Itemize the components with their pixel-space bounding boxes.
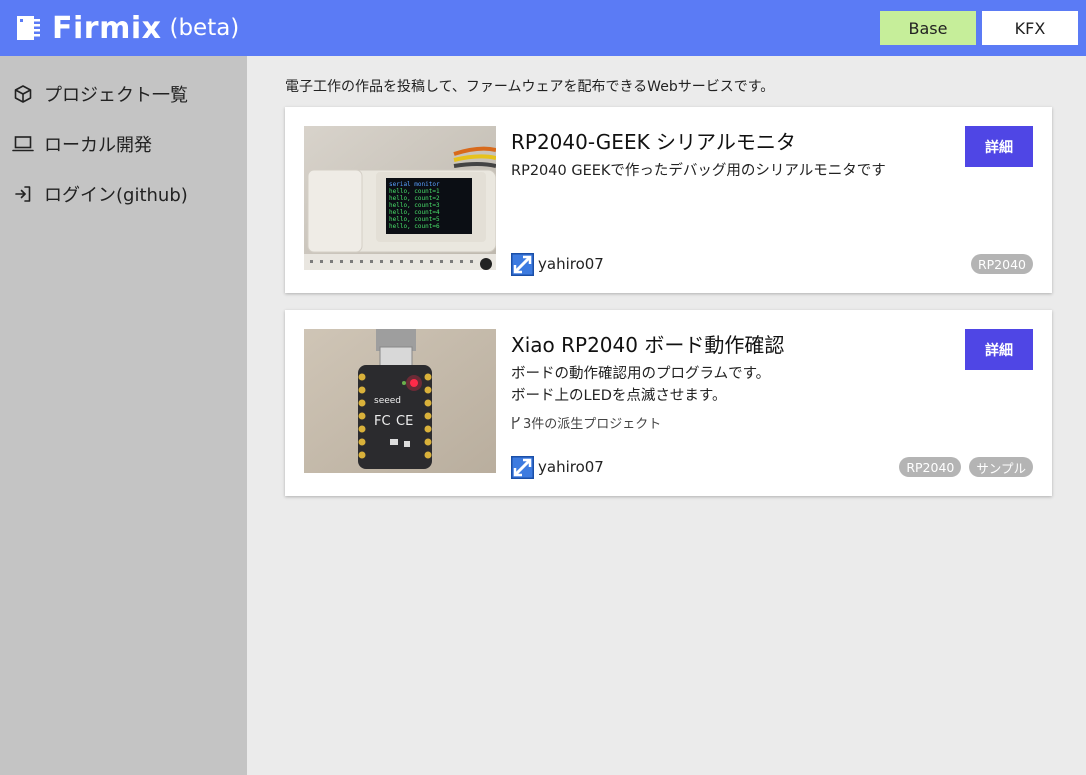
screen-line: hello, count=3 xyxy=(389,202,440,209)
chip-icon xyxy=(17,16,40,40)
laptop-icon xyxy=(12,133,34,155)
tag-badge[interactable]: サンプル xyxy=(969,457,1033,477)
tag-list: RP2040 サンプル xyxy=(899,457,1033,477)
mode-kfx-button[interactable]: KFX xyxy=(982,11,1078,45)
cube-icon xyxy=(12,83,34,105)
derived-count: 3件の派生プロジェクト xyxy=(523,417,662,432)
author-link[interactable]: yahiro07 xyxy=(511,455,604,479)
author-link[interactable]: yahiro07 xyxy=(511,252,604,276)
description-line: RP2040 GEEKで作ったデバッグ用のシリアルモニタです xyxy=(511,163,886,179)
main-content: 電子工作の作品を投稿して、ファームウェアを配布できるWebサービスです。 ser… xyxy=(247,56,1086,775)
sidebar-item-label: ローカル開発 xyxy=(44,135,152,156)
site-intro: 電子工作の作品を投稿して、ファームウェアを配布できるWebサービスです。 xyxy=(285,79,775,95)
sidebar-item-label: ログイン(github) xyxy=(44,185,188,206)
sidebar-item-login[interactable]: ログイン(github) xyxy=(12,180,188,208)
app-logo[interactable]: Firmix (beta) xyxy=(14,10,239,46)
detail-button[interactable]: 詳細 xyxy=(965,126,1033,167)
app-suffix: (beta) xyxy=(169,15,240,41)
screen-line: hello, count=1 xyxy=(389,188,440,195)
screen-line: hello, count=6 xyxy=(389,223,440,230)
author-name: yahiro07 xyxy=(538,458,604,476)
description-line: ボードの動作確認用のプログラムです。 xyxy=(511,366,771,382)
fork-icon xyxy=(512,416,520,429)
derived-projects-link[interactable]: 3件の派生プロジェクト xyxy=(511,413,661,432)
mode-base-button[interactable]: Base xyxy=(880,11,976,45)
project-card[interactable]: serial monitor hello, count=1 hello, cou… xyxy=(285,107,1052,293)
avatar xyxy=(511,455,534,479)
svg-text:FC: FC xyxy=(374,414,391,429)
login-icon xyxy=(12,183,34,205)
sidebar-item-projects[interactable]: プロジェクト一覧 xyxy=(12,80,188,108)
screen-line: hello, count=2 xyxy=(389,195,440,202)
project-title[interactable]: RP2040-GEEK シリアルモニタ xyxy=(511,126,796,155)
board-brand: seeed xyxy=(374,396,401,406)
screen-line: hello, count=4 xyxy=(389,209,440,216)
description-line: ボード上のLEDを点滅させます。 xyxy=(511,388,727,404)
app-name: Firmix xyxy=(52,10,162,46)
sidebar-item-local-dev[interactable]: ローカル開発 xyxy=(12,130,152,158)
tag-badge[interactable]: RP2040 xyxy=(899,457,962,477)
screen-line: hello, count=5 xyxy=(389,216,440,223)
author-name: yahiro07 xyxy=(538,255,604,273)
screen-line: serial monitor xyxy=(389,181,440,188)
tag-list: RP2040 xyxy=(970,254,1033,274)
project-description: ボードの動作確認用のプログラムです。 ボード上のLEDを点滅させます。 xyxy=(511,363,770,407)
avatar xyxy=(511,252,534,276)
project-description: RP2040 GEEKで作ったデバッグ用のシリアルモニタです xyxy=(511,160,886,182)
tag-badge[interactable]: RP2040 xyxy=(970,254,1033,274)
project-card[interactable]: seeed FC CE Xiao RP2040 ボード動作確認 ボードの動作確認… xyxy=(285,310,1052,496)
svg-text:CE: CE xyxy=(396,414,413,429)
project-title[interactable]: Xiao RP2040 ボード動作確認 xyxy=(511,329,784,358)
detail-button[interactable]: 詳細 xyxy=(965,329,1033,370)
project-thumbnail[interactable]: seeed FC CE xyxy=(304,329,496,473)
sidebar: プロジェクト一覧 ローカル開発 ログイン(github) xyxy=(0,56,247,775)
header-bar: Firmix (beta) Base KFX xyxy=(0,0,1086,56)
sidebar-item-label: プロジェクト一覧 xyxy=(44,85,188,106)
project-thumbnail[interactable]: serial monitor hello, count=1 hello, cou… xyxy=(304,126,496,270)
